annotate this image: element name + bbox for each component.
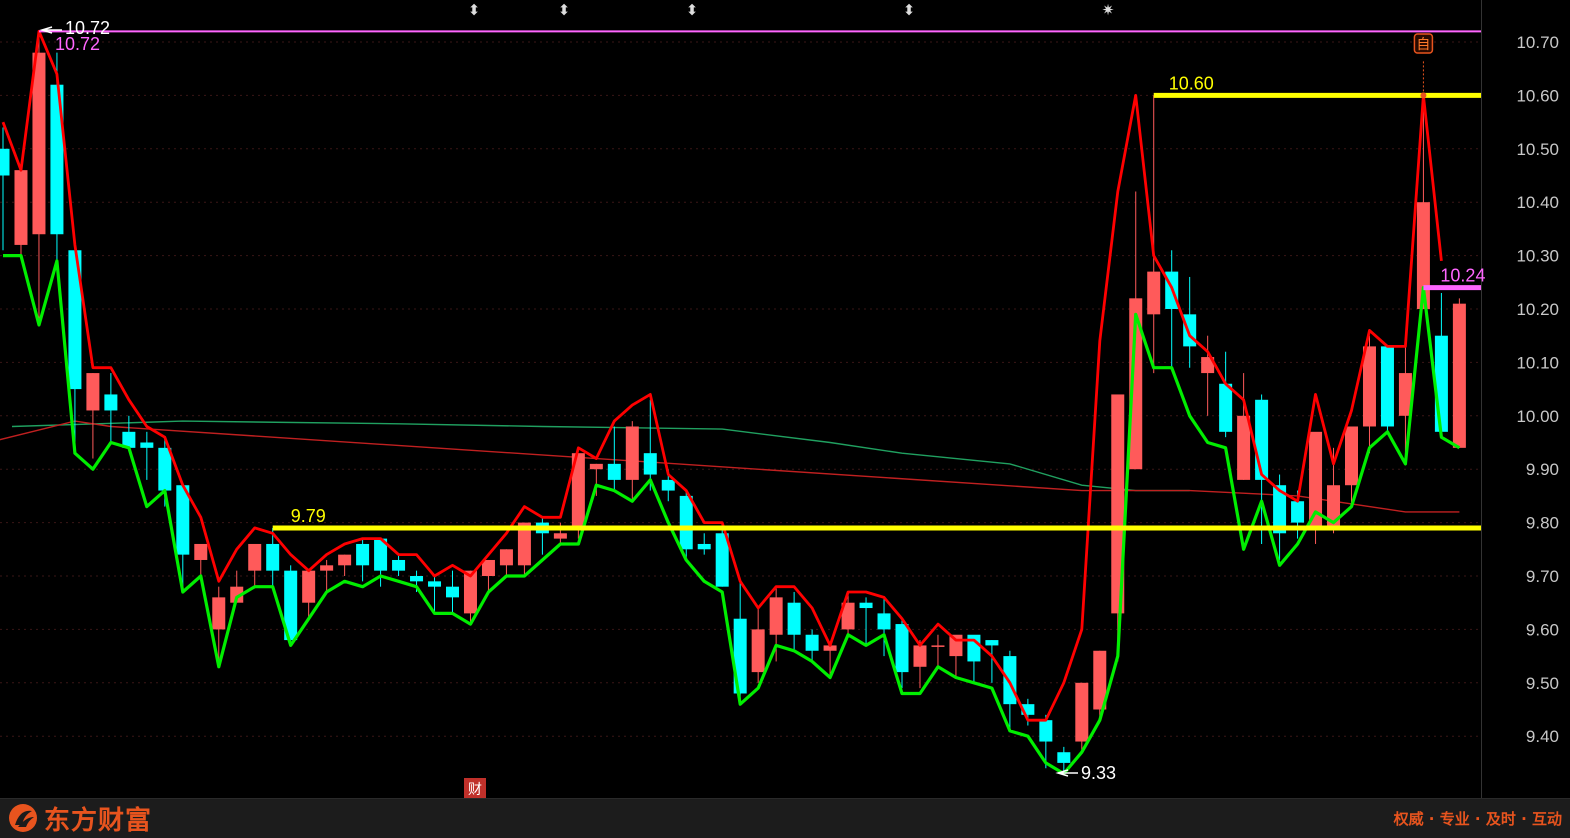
candle-up	[913, 645, 927, 667]
stock-chart[interactable]: 10.70 10.60 10.50 10.40 10.30 10.20 10.10 10.00…	[0, 0, 1570, 798]
candle-down	[158, 447, 172, 491]
candle-up	[302, 570, 316, 603]
y-tick-label: 10.30	[1516, 247, 1559, 266]
cai-badge-label: 财	[468, 782, 482, 798]
candle-down	[428, 581, 442, 587]
candle-down	[1255, 399, 1269, 480]
candle-down	[392, 559, 406, 571]
high-value-label: 10.72	[55, 34, 100, 54]
candle-up	[625, 426, 639, 480]
candle-down	[895, 624, 909, 673]
candle-up	[1147, 271, 1161, 315]
y-tick-label: 10.60	[1516, 86, 1559, 105]
y-tick-label: 9.70	[1526, 567, 1559, 586]
y-tick-label: 10.40	[1516, 193, 1559, 212]
candle-down	[787, 602, 801, 635]
event-marker-icon: ⬍	[468, 1, 481, 19]
candle-up	[194, 543, 208, 560]
candle-down	[697, 543, 711, 550]
candle-down	[985, 640, 999, 646]
zi-marker-badge: 自	[1413, 33, 1434, 54]
candle-down	[643, 453, 657, 475]
candle-down	[0, 148, 10, 176]
candle-down	[446, 586, 459, 598]
candle-up	[14, 170, 28, 245]
candle-down	[266, 543, 280, 571]
marker-dot	[1420, 92, 1427, 99]
y-tick-label: 9.60	[1526, 620, 1559, 639]
candle-down	[1219, 383, 1233, 432]
candle-up	[1075, 682, 1089, 742]
y-tick-label: 9.40	[1526, 727, 1559, 746]
y-tick-label: 10.70	[1516, 33, 1559, 52]
level-label-9-79: 9.79	[291, 506, 326, 526]
low-arrow-label: 9.33	[1081, 763, 1116, 783]
candle-up	[589, 463, 603, 470]
candle-down	[140, 442, 154, 448]
event-marker-icon: ⬍	[558, 1, 571, 19]
candle-down	[607, 463, 621, 480]
candle-down	[1057, 752, 1071, 763]
y-tick-label: 10.50	[1516, 140, 1559, 159]
y-tick-label: 9.50	[1526, 674, 1559, 693]
candle-up	[1452, 303, 1466, 448]
candle-down	[1380, 346, 1394, 427]
candle-up	[481, 559, 495, 576]
brand-name: 东方财富	[44, 805, 153, 836]
y-axis-labels: 10.70 10.60 10.50 10.40 10.30 10.20 10.10 10.00…	[1516, 33, 1559, 746]
candlestick-chart[interactable]: 10.70 10.60 10.50 10.40 10.30 10.20 10.10 10.00…	[0, 0, 1570, 798]
candle-down	[859, 602, 873, 609]
brand-logo[interactable]: 东方财富	[6, 802, 153, 836]
candle-down	[805, 634, 819, 651]
y-tick-label: 9.90	[1526, 460, 1559, 479]
level-label-10-60: 10.60	[1169, 73, 1214, 93]
candle-down	[356, 543, 370, 566]
candle-up	[32, 52, 46, 235]
candle-up	[86, 373, 100, 411]
level-label-10-24: 10.24	[1440, 266, 1485, 286]
eastmoney-logo-icon	[9, 804, 37, 832]
candle-up	[248, 543, 262, 571]
lower-band-line	[3, 254, 1461, 776]
y-tick-label: 9.80	[1526, 514, 1559, 533]
candle-down	[1039, 720, 1053, 742]
y-tick-label: 10.10	[1516, 353, 1559, 372]
candle-up	[769, 597, 783, 635]
candle-up	[338, 554, 352, 566]
event-star-icon: ✷	[1102, 1, 1115, 19]
y-tick-label: 10.00	[1516, 407, 1559, 426]
footer-bar: 东方财富 权威 · 专业 · 及时 · 互动	[0, 798, 1570, 838]
candle-down	[877, 613, 891, 630]
zi-badge-label: 自	[1416, 37, 1430, 53]
candle-up	[320, 565, 334, 571]
slogan: 权威 · 专业 · 及时 · 互动	[1393, 810, 1562, 828]
candle-down	[104, 394, 118, 411]
candle-up	[553, 533, 567, 539]
candle-down	[1003, 656, 1017, 705]
cai-marker-badge: 财	[464, 778, 486, 798]
candle-up	[499, 549, 513, 566]
candle-up	[1237, 415, 1251, 480]
candle-up	[751, 629, 765, 673]
event-marker-icon: ⬍	[686, 1, 699, 19]
event-marker-icon: ⬍	[903, 1, 916, 19]
candle-down	[679, 495, 693, 550]
candle-up	[931, 645, 945, 647]
candle-up	[212, 597, 226, 630]
candle-down	[661, 479, 675, 491]
candle-down	[1291, 501, 1305, 523]
y-tick-label: 10.20	[1516, 300, 1559, 319]
candle-down	[410, 576, 424, 582]
candle-up	[1362, 346, 1376, 427]
candle-up	[1345, 426, 1358, 486]
candle-down	[1434, 335, 1448, 432]
